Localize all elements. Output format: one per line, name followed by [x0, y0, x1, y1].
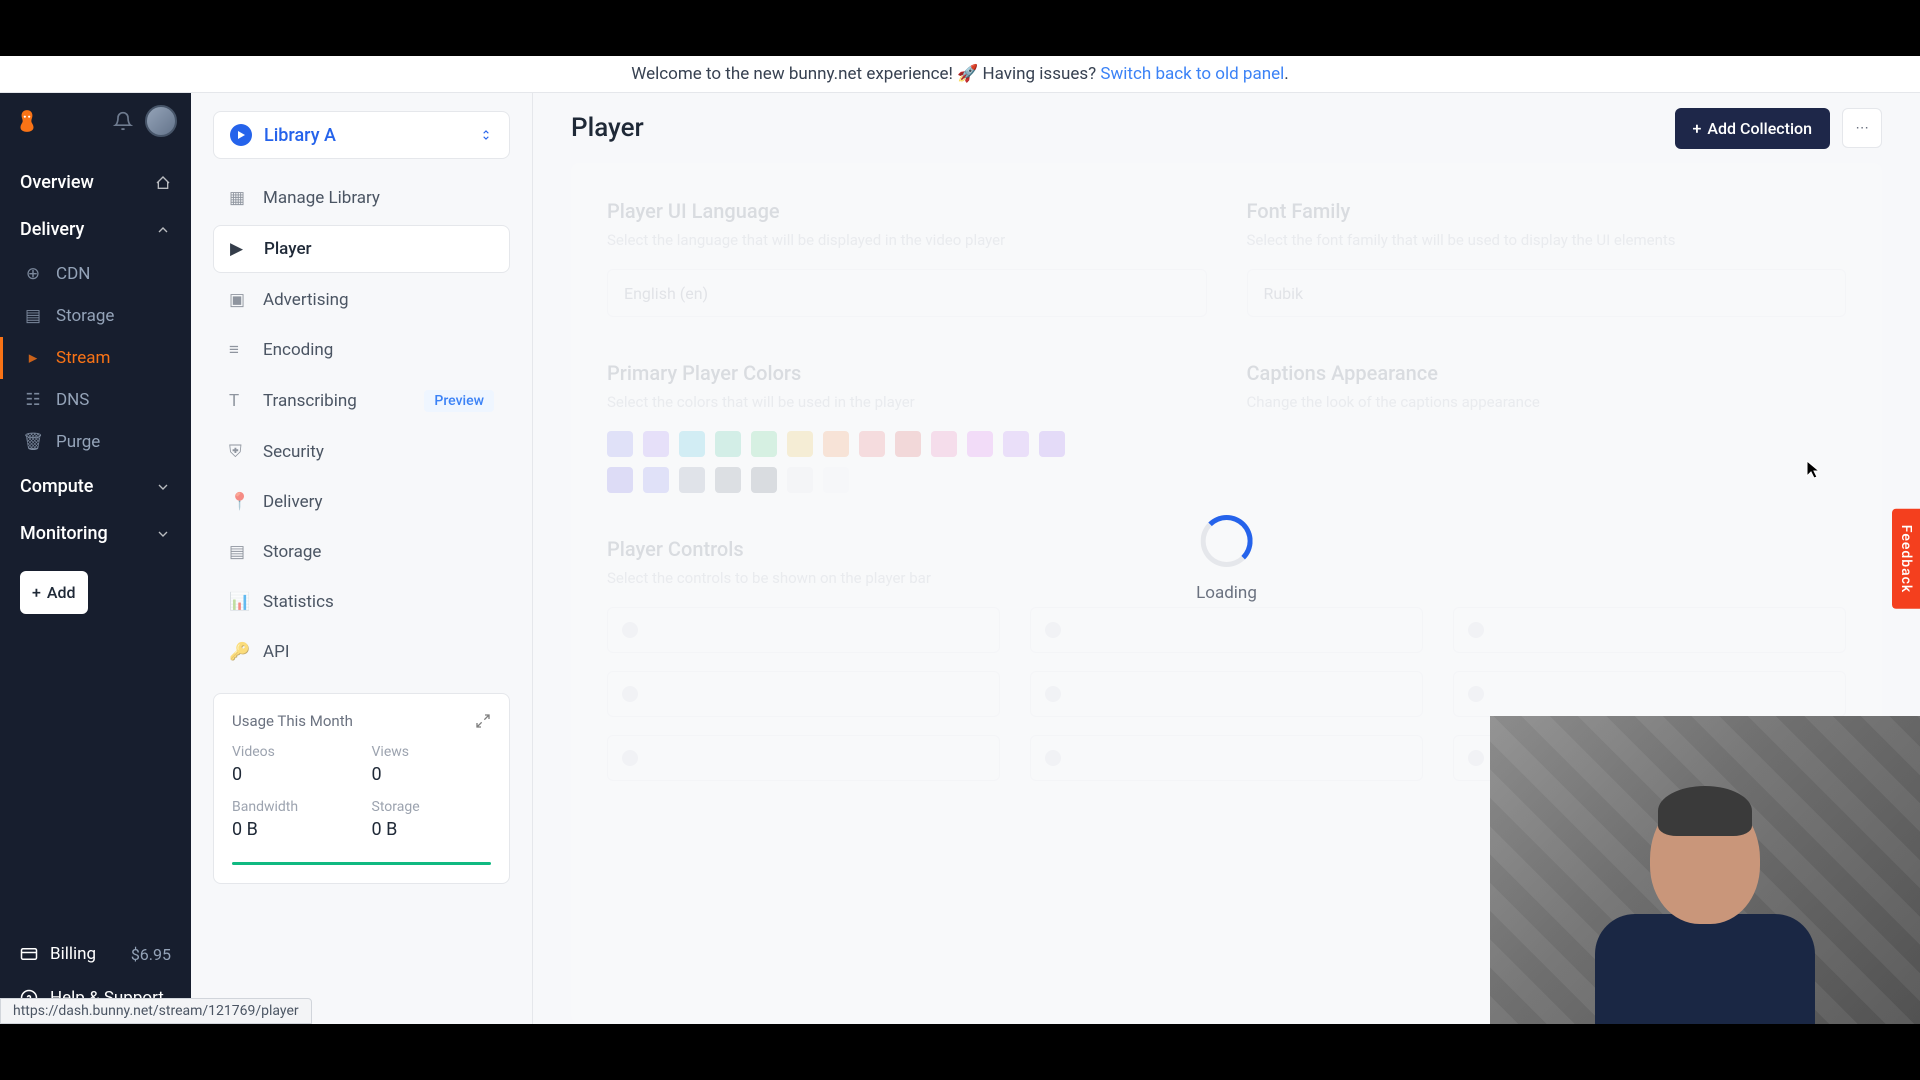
- spinner-icon: [1200, 515, 1252, 567]
- disk-icon: ▤: [24, 307, 42, 325]
- usage-views: Views0: [372, 744, 492, 785]
- add-collection-button[interactable]: +Add Collection: [1675, 108, 1831, 149]
- plus-icon: +: [32, 583, 41, 602]
- cursor-icon: [1806, 460, 1820, 480]
- nav-storage[interactable]: ▤Storage: [0, 295, 191, 337]
- subnav-manage-library[interactable]: ▦Manage Library: [213, 175, 510, 221]
- billing-link[interactable]: Billing $6.95: [0, 932, 191, 976]
- nav-cdn[interactable]: ⊕CDN: [0, 253, 191, 295]
- nav-delivery[interactable]: Delivery: [0, 206, 191, 253]
- wave-icon: ≡: [229, 340, 249, 360]
- play-icon: ▶: [230, 239, 250, 259]
- page-title: Player: [571, 113, 644, 143]
- library-selector[interactable]: Library A: [213, 111, 510, 159]
- globe-icon: ⊕: [24, 265, 42, 283]
- dns-icon: ☷: [24, 391, 42, 409]
- add-button[interactable]: +Add: [20, 571, 88, 614]
- sort-icon: [479, 128, 493, 142]
- nav-monitoring[interactable]: Monitoring: [0, 510, 191, 557]
- logo-icon[interactable]: [14, 108, 40, 134]
- subnav-transcribing[interactable]: TTranscribingPreview: [213, 377, 510, 425]
- nav-dns[interactable]: ☷DNS: [0, 379, 191, 421]
- loading-overlay: Loading: [1196, 515, 1257, 603]
- nav-purge[interactable]: 🗑Purge: [0, 421, 191, 463]
- subnav-statistics[interactable]: 📊Statistics: [213, 579, 510, 625]
- nav-compute[interactable]: Compute: [0, 463, 191, 510]
- text-icon: T: [229, 391, 249, 411]
- more-button[interactable]: ⋯: [1842, 108, 1882, 148]
- plus-icon: +: [1693, 119, 1702, 138]
- subnav-security[interactable]: ⛨Security: [213, 429, 510, 475]
- card-icon: [20, 945, 38, 963]
- chart-icon: 📊: [229, 592, 249, 612]
- shield-icon: ⛨: [229, 442, 249, 462]
- usage-title: Usage This Month: [232, 712, 353, 730]
- subnav-player[interactable]: ▶Player: [213, 225, 510, 273]
- disk-icon: ▤: [229, 542, 249, 562]
- subnav-encoding[interactable]: ≡Encoding: [213, 327, 510, 373]
- switch-panel-link[interactable]: Switch back to old panel: [1100, 64, 1284, 84]
- chevron-up-icon: [155, 222, 171, 238]
- nav-overview[interactable]: Overview: [0, 159, 191, 206]
- nav-stream[interactable]: ▸Stream: [0, 337, 191, 379]
- webcam-overlay: [1490, 716, 1920, 1024]
- play-circle-icon: [230, 124, 252, 146]
- library-subnav: Library A ▦Manage Library ▶Player ▣Adver…: [191, 93, 533, 1024]
- preview-badge: Preview: [424, 390, 494, 412]
- home-icon: [155, 175, 171, 191]
- primary-sidebar: Overview Delivery ⊕CDN ▤Storage ▸Stream …: [0, 93, 191, 1024]
- top-banner: Welcome to the new bunny.net experience!…: [0, 56, 1920, 93]
- usage-storage: Storage0 B: [372, 799, 492, 840]
- chevron-down-icon: [155, 526, 171, 542]
- pin-icon: 📍: [229, 492, 249, 512]
- bell-icon[interactable]: [113, 111, 133, 131]
- usage-bandwidth: Bandwidth0 B: [232, 799, 352, 840]
- usage-card: Usage This Month Videos0 Views0 Bandwidt…: [213, 693, 510, 884]
- expand-icon[interactable]: [475, 713, 491, 729]
- trash-icon: 🗑: [24, 433, 42, 451]
- status-bar-url: https://dash.bunny.net/stream/121769/pla…: [0, 998, 312, 1024]
- library-icon: ▦: [229, 188, 249, 208]
- feedback-tab[interactable]: Feedback: [1892, 508, 1920, 608]
- subnav-api[interactable]: 🔑API: [213, 629, 510, 675]
- chevron-down-icon: [155, 479, 171, 495]
- dots-icon: ⋯: [1855, 121, 1868, 136]
- key-icon: 🔑: [229, 642, 249, 662]
- usage-bar: [232, 862, 491, 865]
- subnav-advertising[interactable]: ▣Advertising: [213, 277, 510, 323]
- avatar[interactable]: [145, 105, 177, 137]
- subnav-storage[interactable]: ▤Storage: [213, 529, 510, 575]
- play-icon: ▸: [24, 349, 42, 367]
- usage-videos: Videos0: [232, 744, 352, 785]
- subnav-delivery[interactable]: 📍Delivery: [213, 479, 510, 525]
- ad-icon: ▣: [229, 290, 249, 310]
